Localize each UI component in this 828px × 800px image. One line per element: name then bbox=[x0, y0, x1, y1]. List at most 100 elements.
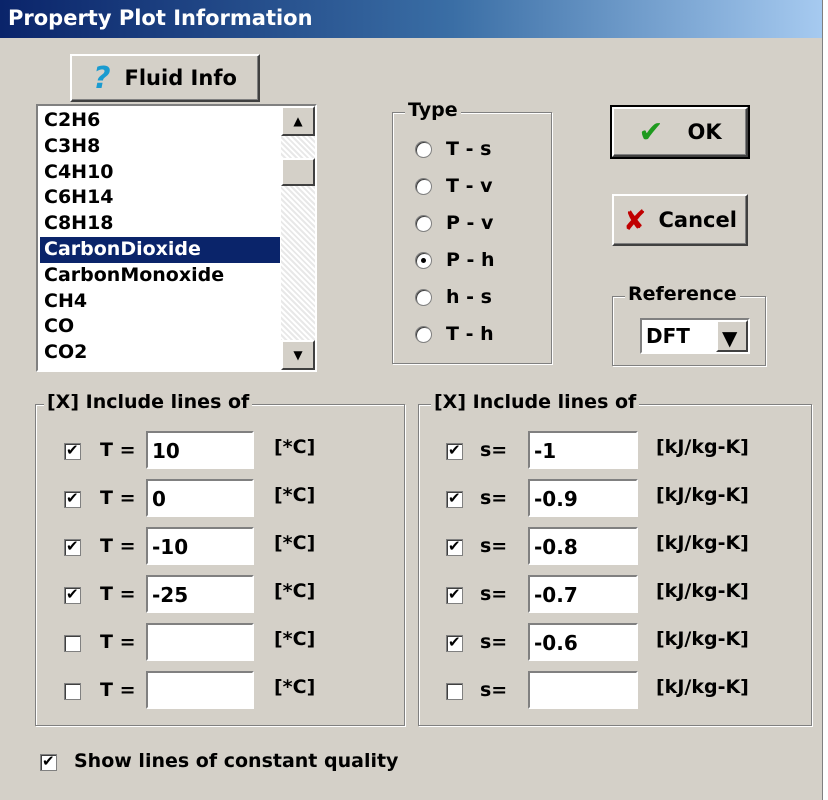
type-option-label: P - h bbox=[446, 249, 495, 271]
entropy_lines-checkbox[interactable] bbox=[446, 683, 463, 700]
temperature_lines-unit-label: [*C] bbox=[274, 676, 316, 698]
type-radio[interactable] bbox=[415, 325, 432, 343]
type-radio[interactable] bbox=[415, 140, 432, 158]
list-item[interactable]: CH4 bbox=[40, 289, 280, 315]
help-icon: ? bbox=[93, 60, 111, 96]
type-option-label: T - v bbox=[446, 175, 493, 197]
chevron-down-icon: ▼ bbox=[722, 326, 738, 350]
entropy_lines-value-field[interactable]: -1 bbox=[528, 431, 638, 469]
entropy_lines-checkbox[interactable] bbox=[446, 441, 463, 460]
entropy_lines-value-field[interactable]: -0.8 bbox=[528, 527, 638, 565]
entropy_lines-checkbox[interactable] bbox=[446, 585, 463, 604]
entropy_lines-row-label: s= bbox=[480, 487, 508, 509]
ok-label: OK bbox=[687, 120, 722, 144]
temperature_lines-value-field[interactable]: 0 bbox=[146, 479, 254, 517]
entropy_lines-value-field[interactable]: -0.6 bbox=[528, 623, 638, 661]
entropy_lines-row-label: s= bbox=[480, 535, 508, 557]
temperature_lines-value-field[interactable]: 10 bbox=[146, 431, 254, 469]
temperature_lines-value-field[interactable]: -25 bbox=[146, 575, 254, 613]
type-option[interactable]: T - v bbox=[415, 172, 492, 200]
list-item[interactable]: C8H18 bbox=[40, 211, 280, 237]
window-title: Property Plot Information bbox=[8, 6, 313, 30]
constant-quality-label: Show lines of constant quality bbox=[74, 750, 399, 772]
entropy_lines-unit-label: [kJ/kg-K] bbox=[656, 436, 749, 458]
entropy_lines-row-label: s= bbox=[480, 583, 508, 605]
temperature_lines-unit-label: [*C] bbox=[274, 580, 316, 602]
temperature_lines-value-field[interactable] bbox=[146, 671, 254, 709]
type-radio[interactable] bbox=[415, 288, 432, 306]
type-option[interactable]: h - s bbox=[415, 283, 492, 311]
reference-dropdown-button[interactable]: ▼ bbox=[716, 320, 748, 352]
entropy_lines-checkbox[interactable] bbox=[446, 633, 463, 652]
entropy_lines-value-field[interactable]: -0.9 bbox=[528, 479, 638, 517]
temperature_lines-value-field[interactable]: -10 bbox=[146, 527, 254, 565]
list-item[interactable]: CO2 bbox=[40, 340, 280, 366]
reference-legend: Reference bbox=[625, 283, 740, 305]
temperature_lines-value-field[interactable] bbox=[146, 623, 254, 661]
fluid-info-label: Fluid Info bbox=[124, 66, 237, 90]
type-option[interactable]: P - h bbox=[415, 246, 495, 274]
cancel-label: Cancel bbox=[658, 208, 737, 232]
temperature_lines-checkbox[interactable] bbox=[64, 489, 81, 508]
type-legend: Type bbox=[405, 99, 461, 121]
entropy_lines-unit-label: [kJ/kg-K] bbox=[656, 532, 749, 554]
type-option-label: h - s bbox=[446, 286, 492, 308]
entropy_lines-unit-label: [kJ/kg-K] bbox=[656, 580, 749, 602]
entropy_lines-unit-label: [kJ/kg-K] bbox=[656, 628, 749, 650]
close-icon: ✘ bbox=[623, 203, 647, 237]
arrow-up-icon: ▲ bbox=[293, 114, 303, 128]
entropy_lines-checkbox[interactable] bbox=[446, 489, 463, 508]
temperature_lines-row-label: T = bbox=[100, 583, 136, 605]
temperature_lines-unit-label: [*C] bbox=[274, 532, 316, 554]
temperature_lines-checkbox[interactable] bbox=[64, 537, 81, 556]
entropy_lines-checkbox[interactable] bbox=[446, 537, 463, 556]
cancel-button[interactable]: ✘ Cancel bbox=[612, 194, 748, 246]
entropy-lines-legend: [X] Include lines of bbox=[431, 391, 640, 413]
temperature_lines-row-label: T = bbox=[100, 439, 136, 461]
list-item[interactable]: CarbonMonoxide bbox=[40, 263, 280, 289]
reference-select[interactable]: DFT ▼ bbox=[640, 318, 750, 354]
temperature_lines-row-label: T = bbox=[100, 631, 136, 653]
entropy_lines-value-field[interactable]: -0.7 bbox=[528, 575, 638, 613]
constant-quality-checkbox[interactable] bbox=[40, 752, 57, 771]
entropy_lines-value-field[interactable] bbox=[528, 671, 638, 709]
fluid-info-button[interactable]: ? Fluid Info bbox=[70, 54, 260, 102]
entropy_lines-unit-label: [kJ/kg-K] bbox=[656, 676, 749, 698]
temperature_lines-checkbox[interactable] bbox=[64, 441, 81, 460]
list-item[interactable]: CO bbox=[40, 314, 280, 340]
temperature_lines-row-label: T = bbox=[100, 535, 136, 557]
type-radio[interactable] bbox=[415, 177, 432, 195]
type-option-label: T - h bbox=[446, 323, 494, 345]
scroll-down-button[interactable]: ▼ bbox=[281, 340, 315, 370]
entropy_lines-row-label: s= bbox=[480, 439, 508, 461]
ok-button[interactable]: ✔ OK bbox=[610, 105, 750, 159]
scroll-up-button[interactable]: ▲ bbox=[281, 106, 315, 136]
type-option[interactable]: T - h bbox=[415, 320, 494, 348]
type-option[interactable]: T - s bbox=[415, 135, 491, 163]
list-item[interactable]: C4H10 bbox=[40, 160, 280, 186]
type-option-label: T - s bbox=[446, 138, 492, 160]
list-item[interactable]: C2H6 bbox=[40, 108, 280, 134]
list-item[interactable]: C6H14 bbox=[40, 185, 280, 211]
type-radio[interactable] bbox=[415, 214, 432, 232]
temperature_lines-unit-label: [*C] bbox=[274, 628, 316, 650]
fluid-list-scrollbar[interactable]: ▲ ▼ bbox=[281, 106, 315, 370]
list-item[interactable]: CarbonDioxide bbox=[40, 236, 280, 263]
check-icon: ✔ bbox=[638, 114, 664, 150]
temperature_lines-checkbox[interactable] bbox=[64, 635, 81, 652]
temperature_lines-checkbox[interactable] bbox=[64, 585, 81, 604]
entropy_lines-row-label: s= bbox=[480, 679, 508, 701]
scroll-thumb[interactable] bbox=[281, 158, 315, 186]
type-option[interactable]: P - v bbox=[415, 209, 493, 237]
fluid-listbox[interactable]: C2H6 C3H8 C4H10 C6H14 C8H18 CarbonDioxide Carb… bbox=[36, 104, 317, 372]
type-radio[interactable] bbox=[415, 251, 432, 269]
temperature_lines-row-label: T = bbox=[100, 679, 136, 701]
list-item[interactable]: C3H8 bbox=[40, 134, 280, 160]
temperature_lines-checkbox[interactable] bbox=[64, 683, 81, 700]
temperature_lines-row-label: T = bbox=[100, 487, 136, 509]
reference-value: DFT bbox=[646, 324, 690, 348]
fluid-list: C2H6 C3H8 C4H10 C6H14 C8H18 CarbonDioxide Carb… bbox=[40, 108, 280, 366]
temperature_lines-unit-label: [*C] bbox=[274, 436, 316, 458]
temperature-lines-legend: [X] Include lines of bbox=[44, 391, 253, 413]
title-bar[interactable]: Property Plot Information bbox=[0, 0, 822, 38]
